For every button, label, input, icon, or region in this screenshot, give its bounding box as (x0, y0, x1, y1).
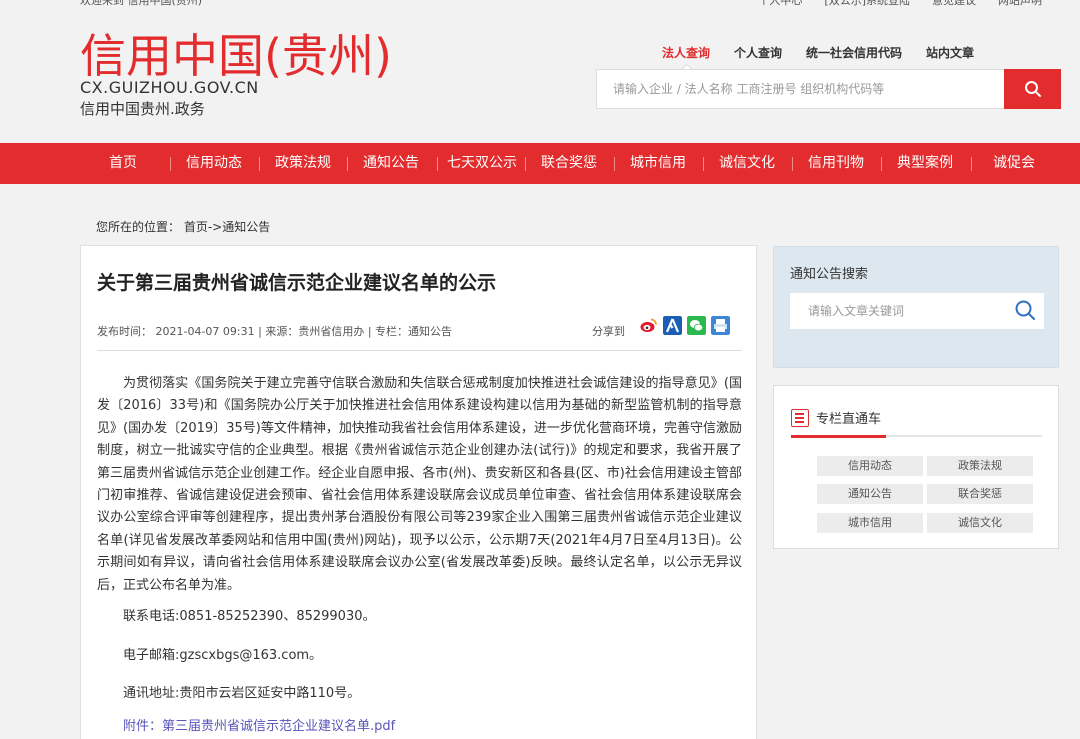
nav-separator (259, 157, 260, 171)
column-link-notices[interactable]: 通知公告 (817, 484, 923, 504)
column-links-header: 专栏直通车 (816, 412, 882, 427)
nav-item-notices[interactable]: 通知公告 (363, 143, 419, 184)
tab-individual[interactable]: 个人查询 (734, 44, 782, 61)
column-links-panel: 专栏直通车 信用动态 政策法规 通知公告 联合奖惩 城市信用 诚信文化 (773, 385, 1059, 549)
nav-item-double-publicity[interactable]: 七天双公示 (447, 143, 517, 184)
nav-item-home[interactable]: 首页 (109, 143, 137, 184)
main-nav: 首页 信用动态 政策法规 通知公告 七天双公示 联合奖惩 城市信用 诚信文化 信… (0, 143, 1080, 184)
column-link-joint-rewards[interactable]: 联合奖惩 (927, 484, 1033, 504)
top-link-login[interactable]: [双公示]系统登陆 (824, 0, 910, 8)
nav-separator (347, 157, 348, 171)
renren-icon[interactable] (663, 316, 682, 335)
nav-separator (437, 157, 438, 171)
contact-address: 通讯地址:贵阳市云岩区延安中路110号。 (123, 686, 361, 701)
search-icon (1024, 81, 1041, 97)
search-tabs: 法人查询 个人查询 统一社会信用代码 站内文章 (662, 44, 974, 61)
wechat-icon[interactable] (687, 316, 706, 335)
nav-separator (881, 157, 882, 171)
header-rule-accent (791, 435, 886, 438)
share-label: 分享到 (592, 325, 625, 338)
search-button[interactable] (1004, 69, 1061, 109)
breadcrumb-label: 您所在的位置： (96, 220, 181, 234)
site-subtitle: 信用中国贵州.政务 (80, 100, 205, 118)
nav-item-publications[interactable]: 信用刊物 (808, 143, 864, 184)
article-title: 关于第三届贵州省诚信示范企业建议名单的公示 (97, 272, 497, 294)
column-link-credit-news[interactable]: 信用动态 (817, 456, 923, 476)
tab-credit-code[interactable]: 统一社会信用代码 (806, 44, 902, 61)
nav-separator (971, 157, 972, 171)
top-link-feedback[interactable]: 意见建议 (932, 0, 976, 8)
column-link-integrity-culture[interactable]: 诚信文化 (927, 513, 1033, 533)
article-meta: 发布时间： 2021-04-07 09:31 | 来源：贵州省信用办 | 专栏：… (97, 325, 453, 338)
article-body: 为贯彻落实《国务院关于建立完善守信联合激励和失信联合惩戒制度加快推进社会诚信建设… (97, 376, 742, 593)
nav-item-joint-rewards[interactable]: 联合奖惩 (541, 143, 597, 184)
top-link-personal-center[interactable]: 个人中心 (758, 0, 802, 8)
contact-email: 电子邮箱:gzscxbgs@163.com。 (123, 648, 323, 663)
top-link-statement[interactable]: 网站声明 (998, 0, 1042, 8)
site-logo-title[interactable]: 信用中国(贵州) (80, 30, 392, 82)
top-links: 个人中心 [双公示]系统登陆 意见建议 网站声明 (758, 0, 1042, 8)
column-link-city-credit[interactable]: 城市信用 (817, 513, 923, 533)
tab-site-articles[interactable]: 站内文章 (926, 44, 974, 61)
breadcrumb-path[interactable]: 首页->通知公告 (184, 220, 270, 234)
nav-separator (614, 157, 615, 171)
top-utility-bar: 欢迎来到 信用中国(贵州) 个人中心 [双公示]系统登陆 意见建议 网站声明 (0, 0, 1080, 8)
column-link-policy[interactable]: 政策法规 (927, 456, 1033, 476)
nav-item-city-credit[interactable]: 城市信用 (630, 143, 686, 184)
notice-search-panel: 通知公告搜索 请输入文章关键词 (773, 246, 1059, 368)
breadcrumb: 您所在的位置： 首页->通知公告 (96, 218, 270, 235)
nav-item-association[interactable]: 诚促会 (993, 143, 1035, 184)
search-input[interactable]: 请输入企业 / 法人名称 工商注册号 组织机构代码等 (596, 69, 1004, 109)
tab-legal-person[interactable]: 法人查询 (662, 44, 710, 61)
attachment-link[interactable]: 附件：第三届贵州省诚信示范企业建议名单.pdf (123, 715, 395, 734)
article-divider (97, 350, 742, 351)
nav-item-credit-news[interactable]: 信用动态 (186, 143, 242, 184)
share-icons (639, 316, 730, 335)
nav-separator (170, 157, 171, 171)
nav-separator (525, 157, 526, 171)
nav-item-policy[interactable]: 政策法规 (275, 143, 331, 184)
nav-item-typical-cases[interactable]: 典型案例 (897, 143, 953, 184)
article-panel: 关于第三届贵州省诚信示范企业建议名单的公示 发布时间： 2021-04-07 0… (80, 245, 757, 739)
site-domain: CX.GUIZHOU.GOV.CN (80, 78, 259, 97)
list-icon (791, 409, 809, 427)
weibo-icon[interactable] (639, 316, 658, 335)
nav-item-integrity-culture[interactable]: 诚信文化 (719, 143, 775, 184)
contact-phone: 联系电话:0851-85252390、85299030。 (123, 609, 376, 624)
search-icon[interactable] (1014, 299, 1036, 321)
notice-search-label: 通知公告搜索 (790, 267, 869, 282)
notice-search-input[interactable]: 请输入文章关键词 (790, 293, 1044, 329)
nav-separator (703, 157, 704, 171)
welcome-text: 欢迎来到 信用中国(贵州) (80, 0, 203, 7)
nav-separator (792, 157, 793, 171)
print-icon[interactable] (711, 316, 730, 335)
